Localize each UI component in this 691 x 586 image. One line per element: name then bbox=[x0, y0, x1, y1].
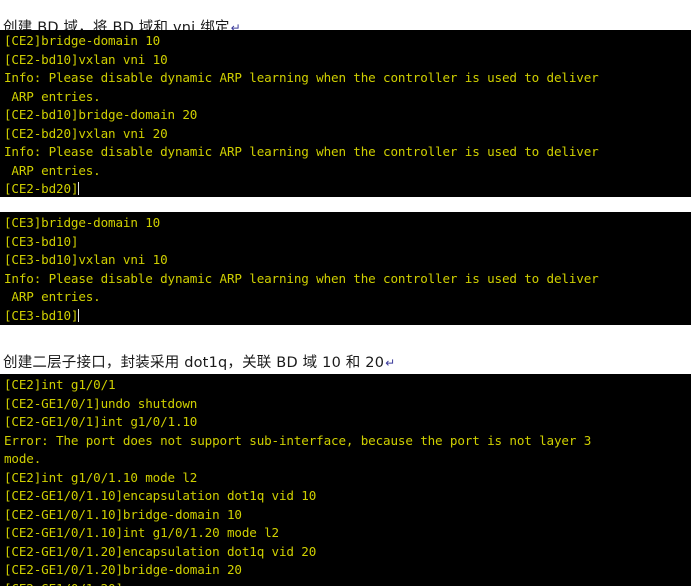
terminal-line: [CE2]int g1/0/1.10 mode l2 bbox=[4, 469, 198, 485]
terminal-line: Info: Please disable dynamic ARP learnin… bbox=[4, 144, 599, 159]
terminal-line: [CE2-GE1/0/1.10]encapsulation dot1q vid … bbox=[4, 488, 317, 503]
terminal-line: [CE2]bridge-domain 10 bbox=[4, 33, 161, 48]
terminal-line: Error: The port does not support sub-int… bbox=[4, 432, 592, 448]
terminal-line: [CE2-GE1/0/1.10]bridge-domain 10 bbox=[4, 506, 242, 522]
document-page: 创建 BD 域，将 BD 域和 vni 绑定↵ [CE2]bridge-doma… bbox=[0, 0, 691, 586]
terminal-line: [CE2-bd20]vxlan vni 20 bbox=[4, 125, 168, 141]
terminal-line: [CE2]int g1/0/1 bbox=[4, 377, 116, 392]
paragraph-mark-icon: ↵ bbox=[385, 355, 396, 370]
terminal-line: [CE2-GE1/0/1.10]int g1/0/1.20 mode l2 bbox=[4, 525, 279, 540]
terminal-line: [CE2-GE1/0/1]int g1/0/1.10 bbox=[4, 414, 198, 429]
terminal-line: [CE3]bridge-domain 10 bbox=[4, 215, 161, 230]
terminal-prompt-line[interactable]: [CE2-GE1/0/1.20] bbox=[4, 580, 691, 586]
terminal-prompt-line[interactable]: [CE3-bd10] bbox=[4, 307, 691, 326]
terminal-line: Info: Please disable dynamic ARP learnin… bbox=[4, 70, 599, 85]
terminal-line: [CE2-GE1/0/1.20]encapsulation dot1q vid … bbox=[4, 543, 317, 559]
terminal-line: [CE3-bd10] bbox=[4, 233, 79, 249]
terminal-console-ce3-bridge-domain[interactable]: [CE3]bridge-domain 10 [CE3-bd10] [CE3-bd… bbox=[0, 212, 691, 325]
terminal-line: [CE2-bd10]bridge-domain 20 bbox=[4, 107, 198, 122]
caption-text-before: 创建二层子接口，封装采用 dot1q，关联 BD 域 10 和 20 bbox=[3, 354, 385, 371]
terminal-line: Info: Please disable dynamic ARP learnin… bbox=[4, 270, 599, 286]
terminal-prompt-line[interactable]: [CE2-bd20] bbox=[4, 180, 691, 197]
caption-paragraph-middle: 创建二层子接口，封装采用 dot1q，关联 BD 域 10 和 20↵ bbox=[0, 353, 691, 373]
terminal-line: [CE2-GE1/0/1.20]bridge-domain 20 bbox=[4, 562, 242, 577]
terminal-line: ARP entries. bbox=[4, 88, 101, 104]
terminal-console-ce2-subinterface[interactable]: [CE2]int g1/0/1 [CE2-GE1/0/1]undo shutdo… bbox=[0, 374, 691, 586]
terminal-console-ce2-bridge-domain[interactable]: [CE2]bridge-domain 10 [CE2-bd10]vxlan vn… bbox=[0, 30, 691, 197]
terminal-line: ARP entries. bbox=[4, 289, 101, 304]
terminal-line: [CE2-bd10]vxlan vni 10 bbox=[4, 51, 168, 67]
terminal-line: [CE2-GE1/0/1]undo shutdown bbox=[4, 395, 198, 411]
terminal-line: [CE3-bd10]vxlan vni 10 bbox=[4, 252, 168, 267]
terminal-line: mode. bbox=[4, 451, 42, 466]
terminal-line: ARP entries. bbox=[4, 162, 101, 178]
